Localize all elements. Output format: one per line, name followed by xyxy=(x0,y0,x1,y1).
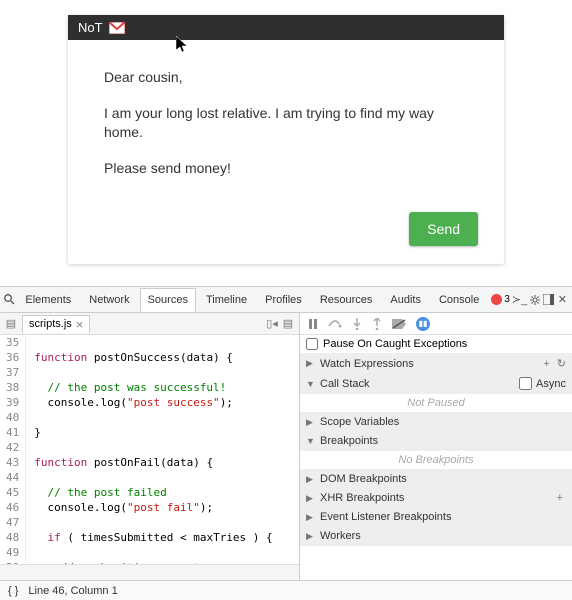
chevron-right-icon: ▶ xyxy=(306,417,316,428)
sources-panel: ▤ scripts.js × ▯◂ ▤ 35363738394041424344… xyxy=(0,313,300,580)
tab-network[interactable]: Network xyxy=(81,288,137,312)
dock-icon[interactable] xyxy=(543,291,554,309)
mail-icon xyxy=(109,22,125,34)
braces-icon[interactable]: { } xyxy=(8,585,18,597)
pause-caught-row[interactable]: Pause On Caught Exceptions xyxy=(300,335,572,354)
step-out-icon[interactable] xyxy=(372,318,382,330)
deactivate-bp-icon[interactable] xyxy=(392,319,406,329)
async-checkbox[interactable] xyxy=(519,377,532,390)
email-window: NoT Dear cousin, I am your long lost rel… xyxy=(68,15,504,264)
chevron-down-icon: ▼ xyxy=(306,379,316,389)
chevron-right-icon: ▶ xyxy=(306,358,316,369)
horizontal-scrollbar[interactable] xyxy=(0,564,299,580)
pause-exceptions-icon[interactable]: ▮▮ xyxy=(416,317,430,331)
cursor-position: Line 46, Column 1 xyxy=(28,585,117,597)
chevron-right-icon: ▶ xyxy=(306,512,316,523)
tab-resources[interactable]: Resources xyxy=(312,288,381,312)
devtools: Elements Network Sources Timeline Profil… xyxy=(0,286,572,600)
breakpoints-body: No Breakpoints xyxy=(300,451,572,470)
pause-script-icon[interactable] xyxy=(308,319,318,329)
refresh-icon[interactable]: ↻ xyxy=(557,357,566,370)
more-icon[interactable]: ▤ xyxy=(280,316,296,332)
dom-bp-header[interactable]: ▶DOM Breakpoints xyxy=(300,470,572,489)
file-tab[interactable]: scripts.js × xyxy=(22,315,90,333)
email-footer: Send xyxy=(68,212,504,264)
drawer-icon[interactable]: ≻_ xyxy=(512,291,527,309)
tab-elements[interactable]: Elements xyxy=(17,288,79,312)
statusbar: { } Line 46, Column 1 xyxy=(0,580,572,600)
xhr-bp-header[interactable]: ▶XHR Breakpoints+ xyxy=(300,489,572,508)
chevron-down-icon: ▼ xyxy=(306,436,316,446)
navigator-icon[interactable]: ▤ xyxy=(3,316,19,332)
file-tab-bar: ▤ scripts.js × ▯◂ ▤ xyxy=(0,313,299,335)
pause-caught-checkbox[interactable] xyxy=(306,338,318,350)
history-back-icon[interactable]: ▯◂ xyxy=(264,316,280,332)
search-icon[interactable] xyxy=(4,291,15,309)
debugger-toolbar: ▮▮ xyxy=(300,313,572,335)
tab-sources[interactable]: Sources xyxy=(140,288,196,312)
tab-audits[interactable]: Audits xyxy=(382,288,429,312)
email-line: Please send money! xyxy=(104,159,468,179)
step-into-icon[interactable] xyxy=(352,318,362,330)
email-header: NoT xyxy=(68,15,504,40)
app-title: NoT xyxy=(78,20,103,35)
add-xhr-bp-button[interactable]: + xyxy=(554,492,566,504)
send-button[interactable]: Send xyxy=(409,212,478,246)
evt-bp-header[interactable]: ▶Event Listener Breakpoints xyxy=(300,508,572,527)
step-over-icon[interactable] xyxy=(328,319,342,329)
line-gutter: 3536373839404142434445464748495051525354… xyxy=(0,335,26,564)
chevron-right-icon: ▶ xyxy=(306,493,316,504)
email-body: Dear cousin, I am your long lost relativ… xyxy=(68,40,504,212)
close-icon[interactable]: × xyxy=(76,318,84,331)
workers-header[interactable]: ▶Workers xyxy=(300,527,572,546)
file-name: scripts.js xyxy=(29,318,72,330)
tab-profiles[interactable]: Profiles xyxy=(257,288,310,312)
email-line: Dear cousin, xyxy=(104,68,468,88)
callstack-header[interactable]: ▼ Call Stack Async xyxy=(300,374,572,394)
add-watch-button[interactable]: + xyxy=(540,358,552,370)
tab-timeline[interactable]: Timeline xyxy=(198,288,255,312)
pause-caught-label: Pause On Caught Exceptions xyxy=(323,338,467,350)
tab-console[interactable]: Console xyxy=(431,288,487,312)
callstack-body: Not Paused xyxy=(300,394,572,413)
devtools-tab-bar: Elements Network Sources Timeline Profil… xyxy=(0,287,572,313)
code-content: function postOnSuccess(data) { // the po… xyxy=(26,335,279,564)
close-icon[interactable]: ✕ xyxy=(557,291,568,309)
scope-header[interactable]: ▶Scope Variables xyxy=(300,413,572,432)
gear-icon[interactable] xyxy=(529,291,541,309)
chevron-right-icon: ▶ xyxy=(306,531,316,542)
error-badge[interactable]: 3 xyxy=(491,294,510,305)
chevron-right-icon: ▶ xyxy=(306,474,316,485)
watch-header[interactable]: ▶ Watch Expressions + ↻ xyxy=(300,354,572,374)
breakpoints-header[interactable]: ▼Breakpoints xyxy=(300,432,572,451)
code-editor[interactable]: 3536373839404142434445464748495051525354… xyxy=(0,335,299,564)
error-dot-icon xyxy=(491,294,502,305)
email-line: I am your long lost relative. I am tryin… xyxy=(104,104,468,143)
debugger-sidebar: ▮▮ Pause On Caught Exceptions ▶ Watch Ex… xyxy=(300,313,572,580)
